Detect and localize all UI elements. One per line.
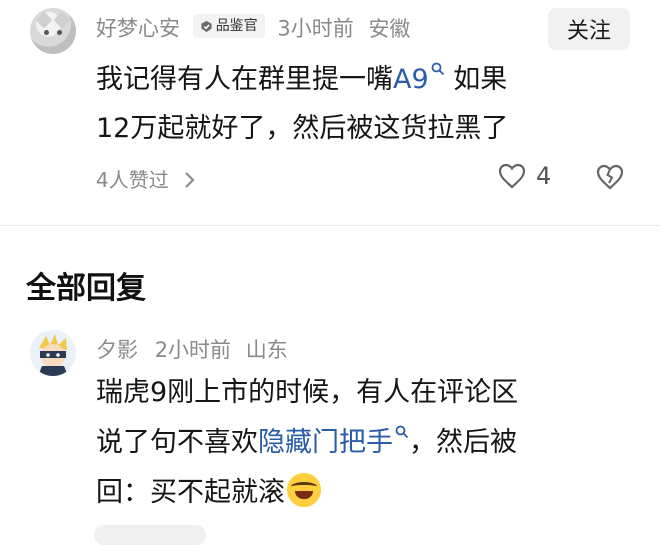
broken-heart-icon[interactable]: [596, 164, 624, 190]
reply-text-line-2: 说了句不喜欢隐藏门把手 ，然后被: [96, 418, 517, 468]
reply-time: 2小时前: [154, 338, 232, 362]
search-link-label[interactable]: A9: [393, 64, 429, 95]
reply-location: 山东: [245, 338, 288, 362]
reply-text-line-1: 瑞虎9刚上市的时候，有人在评论区: [96, 377, 519, 408]
role-badge: 品鉴官: [192, 14, 265, 38]
comment-meta: 好梦心安 品鉴官 3小时前 安徽: [96, 14, 410, 43]
likes-summary[interactable]: 4人赞过: [96, 164, 197, 193]
chevron-right-icon: [185, 172, 195, 188]
search-icon: [395, 425, 409, 439]
badge-label: 品鉴官: [215, 18, 258, 34]
avatar-cat-ear: [35, 11, 53, 29]
username[interactable]: 夕影: [96, 338, 138, 362]
search-link-label[interactable]: 隐藏门把手: [258, 427, 393, 458]
likes-link[interactable]: 4人赞过: [96, 168, 169, 192]
comment-location: 安徽: [368, 16, 411, 41]
reply-meta: 夕影 2小时前 山东: [96, 336, 288, 364]
comment-text: 如果: [444, 64, 508, 95]
username[interactable]: 好梦心安: [96, 17, 180, 41]
reply-text: 说了句不喜欢: [96, 427, 258, 458]
avatar[interactable]: [30, 8, 76, 54]
verified-badge-icon: [201, 20, 212, 32]
like-control[interactable]: 4: [498, 162, 551, 190]
avatar-illustration: [30, 330, 76, 376]
like-count: 4: [536, 162, 552, 190]
section-title: 全部回复: [26, 271, 146, 306]
comment-text-line-1: 我记得有人在群里提一嘴A9 如果: [96, 55, 507, 105]
avatar-cat-ear: [53, 11, 71, 29]
heart-icon[interactable]: [498, 163, 526, 189]
laughing-crying-emoji-icon: [287, 473, 321, 507]
avatar[interactable]: [30, 330, 76, 376]
avatar-cat-eye: [44, 30, 49, 35]
search-link-a9[interactable]: A9: [393, 62, 445, 95]
likes-summary-pill[interactable]: [94, 525, 206, 545]
search-link-hidden-door-handle[interactable]: 隐藏门把手: [258, 425, 409, 458]
comment-text-line-2: 12万起就好了，然后被这货拉黑了: [96, 113, 509, 144]
search-icon: [431, 62, 444, 76]
reply-text-line-3: 回：买不起就滚: [96, 468, 321, 518]
comment-text: 我记得有人在群里提一嘴: [96, 64, 393, 95]
reply-text: 回：买不起就滚: [96, 477, 285, 508]
comment-time: 3小时前: [277, 16, 354, 41]
reply-text: ，然后被: [409, 427, 517, 458]
divider: [0, 225, 660, 226]
avatar-cat-eye: [57, 30, 62, 35]
follow-button[interactable]: 关注: [548, 8, 630, 50]
